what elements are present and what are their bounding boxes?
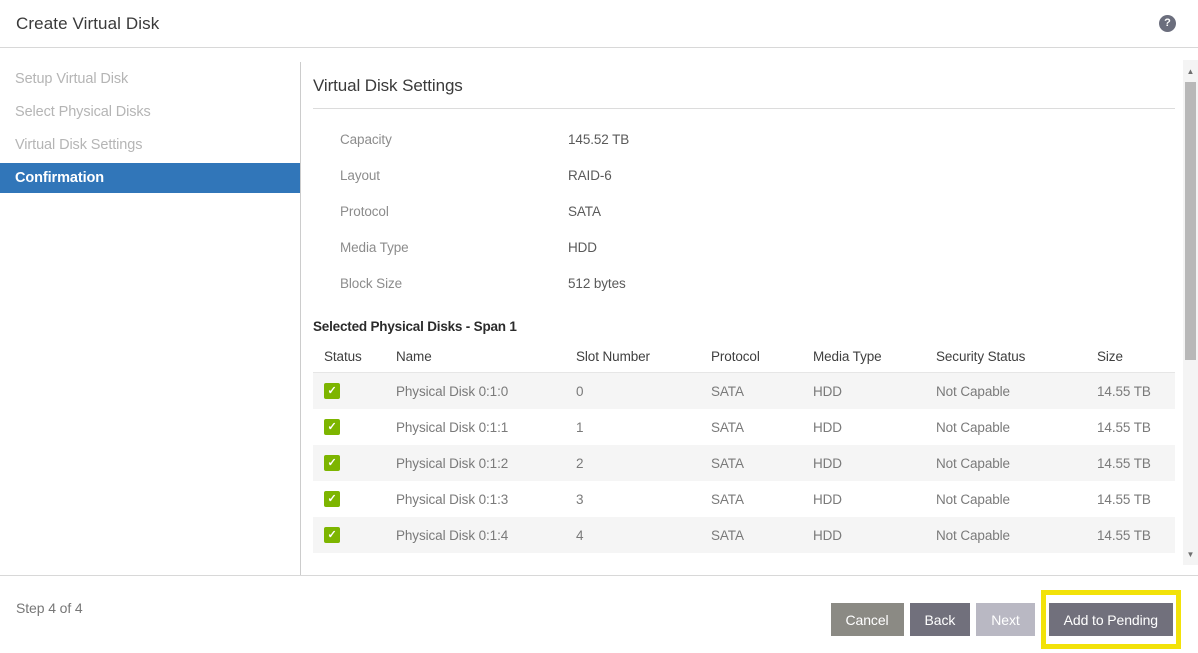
wizard-steps-sidebar: Setup Virtual Disk Select Physical Disks… (0, 48, 300, 575)
disk-security-status: Not Capable (925, 420, 1086, 435)
highlight-box: Add to Pending (1041, 590, 1181, 649)
disk-security-status: Not Capable (925, 492, 1086, 507)
dialog-body: Setup Virtual Disk Select Physical Disks… (0, 48, 1198, 575)
disk-name: Physical Disk 0:1:0 (385, 384, 565, 399)
disk-security-status: Not Capable (925, 528, 1086, 543)
column-header-media-type: Media Type (802, 349, 925, 364)
setting-row-protocol: Protocol SATA (313, 193, 1175, 229)
column-header-name: Name (385, 349, 565, 364)
step-indicator: Step 4 of 4 (16, 600, 83, 616)
back-button[interactable]: Back (910, 603, 971, 636)
scroll-up-icon[interactable]: ▲ (1183, 62, 1198, 80)
disk-size: 14.55 TB (1086, 420, 1175, 435)
disk-protocol: SATA (700, 420, 802, 435)
column-header-slot-number: Slot Number (565, 349, 700, 364)
vertical-scrollbar[interactable]: ▲ ▼ (1183, 60, 1198, 565)
table-row: ✓ Physical Disk 0:1:3 3 SATA HDD Not Cap… (313, 481, 1175, 517)
disk-name: Physical Disk 0:1:2 (385, 456, 565, 471)
disk-media-type: HDD (802, 528, 925, 543)
setting-label: Capacity (313, 132, 568, 147)
disk-slot: 3 (565, 492, 700, 507)
setting-row-block-size: Block Size 512 bytes (313, 265, 1175, 301)
cancel-button[interactable]: Cancel (831, 603, 904, 636)
table-row: ✓ Physical Disk 0:1:4 4 SATA HDD Not Cap… (313, 517, 1175, 553)
column-header-protocol: Protocol (700, 349, 802, 364)
setting-value: 512 bytes (568, 276, 626, 291)
setting-value: 145.52 TB (568, 132, 629, 147)
page-title: Create Virtual Disk (16, 14, 159, 34)
sidebar-item-confirmation[interactable]: Confirmation (0, 163, 300, 193)
disk-protocol: SATA (700, 456, 802, 471)
scrollbar-thumb[interactable] (1185, 82, 1196, 360)
setting-row-media-type: Media Type HDD (313, 229, 1175, 265)
table-header-row: Status Name Slot Number Protocol Media T… (313, 340, 1175, 373)
setting-label: Media Type (313, 240, 568, 255)
selected-checkbox-icon[interactable]: ✓ (324, 527, 340, 543)
disk-security-status: Not Capable (925, 384, 1086, 399)
table-row: ✓ Physical Disk 0:1:0 0 SATA HDD Not Cap… (313, 373, 1175, 409)
sidebar-item-virtual-disk-settings: Virtual Disk Settings (0, 130, 300, 160)
section-title: Virtual Disk Settings (313, 74, 1175, 109)
selected-disks-table: Status Name Slot Number Protocol Media T… (313, 340, 1175, 553)
setting-label: Block Size (313, 276, 568, 291)
disk-name: Physical Disk 0:1:4 (385, 528, 565, 543)
disk-protocol: SATA (700, 528, 802, 543)
disk-protocol: SATA (700, 384, 802, 399)
selected-checkbox-icon[interactable]: ✓ (324, 419, 340, 435)
column-header-security-status: Security Status (925, 349, 1086, 364)
add-to-pending-button[interactable]: Add to Pending (1049, 603, 1173, 636)
help-icon[interactable]: ? (1159, 15, 1176, 32)
setting-value: HDD (568, 240, 597, 255)
disk-slot: 0 (565, 384, 700, 399)
setting-value: RAID-6 (568, 168, 612, 183)
column-header-status: Status (313, 349, 385, 364)
dialog-footer: Step 4 of 4 Cancel Back Next Add to Pend… (0, 575, 1198, 653)
disk-protocol: SATA (700, 492, 802, 507)
selected-checkbox-icon[interactable]: ✓ (324, 455, 340, 471)
disk-size: 14.55 TB (1086, 528, 1175, 543)
setting-label: Layout (313, 168, 568, 183)
disk-media-type: HDD (802, 420, 925, 435)
table-row: ✓ Physical Disk 0:1:2 2 SATA HDD Not Cap… (313, 445, 1175, 481)
dialog-header: Create Virtual Disk ? (0, 0, 1198, 48)
selected-checkbox-icon[interactable]: ✓ (324, 491, 340, 507)
disk-media-type: HDD (802, 456, 925, 471)
setting-row-capacity: Capacity 145.52 TB (313, 121, 1175, 157)
disk-size: 14.55 TB (1086, 384, 1175, 399)
sidebar-item-setup-virtual-disk: Setup Virtual Disk (0, 64, 300, 94)
disk-media-type: HDD (802, 492, 925, 507)
disk-size: 14.55 TB (1086, 456, 1175, 471)
disk-name: Physical Disk 0:1:1 (385, 420, 565, 435)
column-header-size: Size (1086, 349, 1175, 364)
selected-disks-title: Selected Physical Disks - Span 1 (313, 319, 1175, 334)
disk-slot: 1 (565, 420, 700, 435)
create-virtual-disk-dialog: Create Virtual Disk ? Setup Virtual Disk… (0, 0, 1198, 653)
disk-slot: 2 (565, 456, 700, 471)
disk-security-status: Not Capable (925, 456, 1086, 471)
footer-buttons: Cancel Back Next Add to Pending (825, 590, 1181, 649)
disk-slot: 4 (565, 528, 700, 543)
setting-row-layout: Layout RAID-6 (313, 157, 1175, 193)
sidebar-item-select-physical-disks: Select Physical Disks (0, 97, 300, 127)
confirmation-content: Virtual Disk Settings Capacity 145.52 TB… (300, 62, 1183, 575)
next-button: Next (976, 603, 1034, 636)
setting-value: SATA (568, 204, 601, 219)
selected-checkbox-icon[interactable]: ✓ (324, 383, 340, 399)
disk-name: Physical Disk 0:1:3 (385, 492, 565, 507)
disk-media-type: HDD (802, 384, 925, 399)
virtual-disk-settings-summary: Capacity 145.52 TB Layout RAID-6 Protoco… (313, 121, 1175, 301)
setting-label: Protocol (313, 204, 568, 219)
table-row: ✓ Physical Disk 0:1:1 1 SATA HDD Not Cap… (313, 409, 1175, 445)
disk-size: 14.55 TB (1086, 492, 1175, 507)
scroll-down-icon[interactable]: ▼ (1183, 545, 1198, 563)
